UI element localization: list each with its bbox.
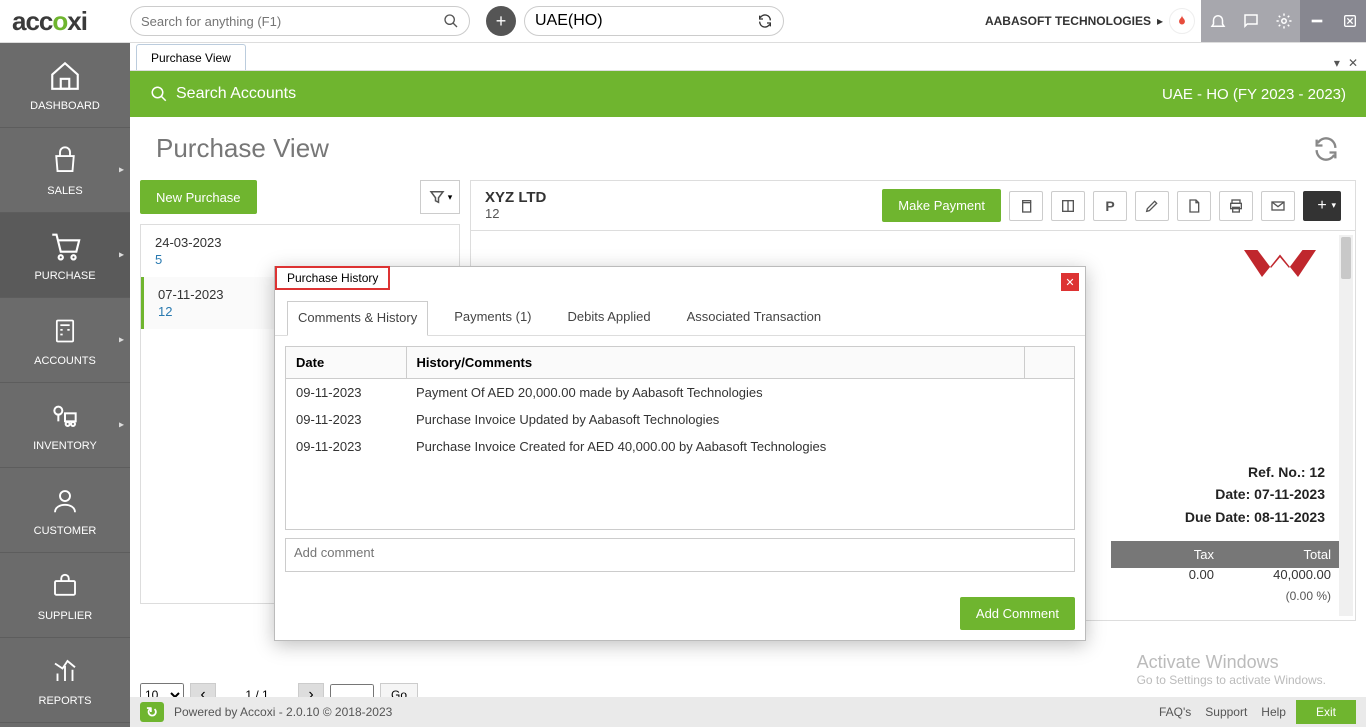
add-button[interactable]: + bbox=[486, 6, 516, 36]
chevron-right-icon: ▸ bbox=[119, 420, 124, 431]
global-search[interactable] bbox=[130, 6, 470, 36]
calculator-icon bbox=[47, 313, 83, 349]
system-icons bbox=[1201, 0, 1366, 42]
help-link[interactable]: Help bbox=[1261, 705, 1286, 719]
flame-icon[interactable] bbox=[1169, 8, 1195, 34]
make-payment-button[interactable]: Make Payment bbox=[882, 189, 1001, 222]
add-comment-button[interactable]: Add Comment bbox=[960, 597, 1075, 630]
sidebar-item-inventory[interactable]: INVENTORY▸ bbox=[0, 383, 130, 468]
supplier-name: XYZ LTD bbox=[485, 189, 546, 206]
bell-icon[interactable] bbox=[1201, 0, 1234, 42]
detail-header: XYZ LTD 12 Make Payment P + bbox=[470, 180, 1356, 231]
minimize-icon[interactable] bbox=[1300, 0, 1333, 42]
search-accounts-link[interactable]: Search Accounts bbox=[176, 85, 296, 103]
chat-icon[interactable] bbox=[1234, 0, 1267, 42]
powered-by: Powered by Accoxi - 2.0.10 © 2018-2023 bbox=[174, 705, 392, 719]
logo: accoxi bbox=[0, 6, 130, 37]
print-icon[interactable] bbox=[1219, 191, 1253, 221]
close-icon[interactable]: ✕ bbox=[1061, 273, 1079, 291]
mail-icon[interactable] bbox=[1261, 191, 1295, 221]
sidebar-item-reports[interactable]: REPORTS bbox=[0, 638, 130, 723]
table-row: 09-11-2023Purchase Invoice Created for A… bbox=[286, 433, 1074, 460]
col-date: Date bbox=[286, 347, 406, 379]
search-icon bbox=[150, 85, 168, 103]
windows-watermark: Activate Windows Go to Settings to activ… bbox=[1137, 652, 1326, 687]
topbar: accoxi + UAE(HO) AABASOFT TECHNOLOGIES ▸ bbox=[0, 0, 1366, 43]
tab-close-icon[interactable]: ✕ bbox=[1348, 56, 1358, 70]
chevron-right-icon: ▸ bbox=[119, 165, 124, 176]
brand-icon: ↻ bbox=[140, 702, 164, 722]
table-row: 09-11-2023Purchase Invoice Updated by Aa… bbox=[286, 406, 1074, 433]
chevron-down-icon: ▾ bbox=[448, 192, 453, 203]
page-title: Purchase View bbox=[156, 133, 329, 164]
p-icon[interactable]: P bbox=[1093, 191, 1127, 221]
company-chevron-icon: ▸ bbox=[1157, 14, 1163, 28]
modal-title: Purchase History bbox=[275, 266, 390, 290]
copy-icon[interactable] bbox=[1009, 191, 1043, 221]
col-history: History/Comments bbox=[406, 347, 1024, 379]
sidebar-item-supplier[interactable]: SUPPLIER bbox=[0, 553, 130, 638]
edit-icon[interactable] bbox=[1135, 191, 1169, 221]
home-icon bbox=[47, 58, 83, 94]
inventory-icon bbox=[47, 398, 83, 434]
sidebar-item-sales[interactable]: SALES▸ bbox=[0, 128, 130, 213]
sidebar-item-purchase[interactable]: PURCHASE▸ bbox=[0, 213, 130, 298]
more-button[interactable]: + bbox=[1303, 191, 1341, 221]
reference-block: Ref. No.: 12 Date: 07-11-2023 Due Date: … bbox=[1185, 461, 1325, 528]
chart-icon bbox=[47, 653, 83, 689]
scrollbar[interactable] bbox=[1339, 235, 1353, 616]
table-row: 09-11-2023Payment Of AED 20,000.00 made … bbox=[286, 379, 1074, 406]
briefcase-icon bbox=[47, 568, 83, 604]
book-icon[interactable] bbox=[1051, 191, 1085, 221]
footer: ↻ Powered by Accoxi - 2.0.10 © 2018-2023… bbox=[130, 697, 1366, 727]
filter-button[interactable]: ▾ bbox=[420, 180, 460, 214]
close-window-icon[interactable] bbox=[1333, 0, 1366, 42]
totals-header: Tax Total bbox=[1111, 541, 1345, 568]
sync-icon[interactable] bbox=[1312, 135, 1340, 163]
new-purchase-button[interactable]: New Purchase bbox=[140, 180, 257, 214]
tab-purchase-view[interactable]: Purchase View bbox=[136, 44, 246, 70]
pdf-icon[interactable] bbox=[1177, 191, 1211, 221]
supplier-logo bbox=[1235, 241, 1325, 291]
search-input[interactable] bbox=[141, 14, 443, 29]
user-icon bbox=[47, 483, 83, 519]
funnel-icon bbox=[428, 188, 446, 206]
tab-associated[interactable]: Associated Transaction bbox=[677, 301, 831, 335]
company-name[interactable]: AABASOFT TECHNOLOGIES bbox=[985, 14, 1151, 28]
history-table: Date History/Comments 09-11-2023Payment … bbox=[285, 346, 1075, 530]
col-blank bbox=[1024, 347, 1074, 379]
sidebar-item-dashboard[interactable]: DASHBOARD bbox=[0, 43, 130, 128]
sidebar: DASHBOARD SALES▸ PURCHASE▸ ACCOUNTS▸ INV… bbox=[0, 43, 130, 727]
exit-button[interactable]: Exit bbox=[1296, 700, 1356, 724]
purchase-history-modal: Purchase History ✕ Comments & History Pa… bbox=[274, 266, 1086, 641]
comment-input[interactable] bbox=[285, 538, 1075, 572]
tab-payments[interactable]: Payments (1) bbox=[444, 301, 541, 335]
location-label: UAE(HO) bbox=[535, 12, 603, 30]
gear-icon[interactable] bbox=[1267, 0, 1300, 42]
cart-icon bbox=[47, 228, 83, 264]
tab-debits[interactable]: Debits Applied bbox=[558, 301, 661, 335]
sidebar-item-customer[interactable]: CUSTOMER bbox=[0, 468, 130, 553]
supplier-no: 12 bbox=[485, 206, 546, 221]
bag-icon bbox=[47, 143, 83, 179]
sidebar-item-accounts[interactable]: ACCOUNTS▸ bbox=[0, 298, 130, 383]
faq-link[interactable]: FAQ's bbox=[1159, 705, 1191, 719]
tab-dropdown-icon[interactable]: ▾ bbox=[1334, 56, 1340, 70]
modal-tabs: Comments & History Payments (1) Debits A… bbox=[275, 267, 1085, 336]
location-selector[interactable]: UAE(HO) bbox=[524, 6, 784, 36]
context-bar: Search Accounts UAE - HO (FY 2023 - 2023… bbox=[130, 71, 1366, 117]
chevron-right-icon: ▸ bbox=[119, 335, 124, 346]
tab-comments-history[interactable]: Comments & History bbox=[287, 301, 428, 336]
search-icon bbox=[443, 13, 459, 29]
page-header: Purchase View bbox=[130, 117, 1366, 180]
fiscal-context: UAE - HO (FY 2023 - 2023) bbox=[1162, 86, 1346, 103]
refresh-icon bbox=[757, 13, 773, 29]
tax-percent: (0.00 %) bbox=[1271, 589, 1331, 603]
tab-strip: Purchase View ▾ ✕ bbox=[130, 43, 1366, 71]
chevron-right-icon: ▸ bbox=[119, 250, 124, 261]
support-link[interactable]: Support bbox=[1205, 705, 1247, 719]
